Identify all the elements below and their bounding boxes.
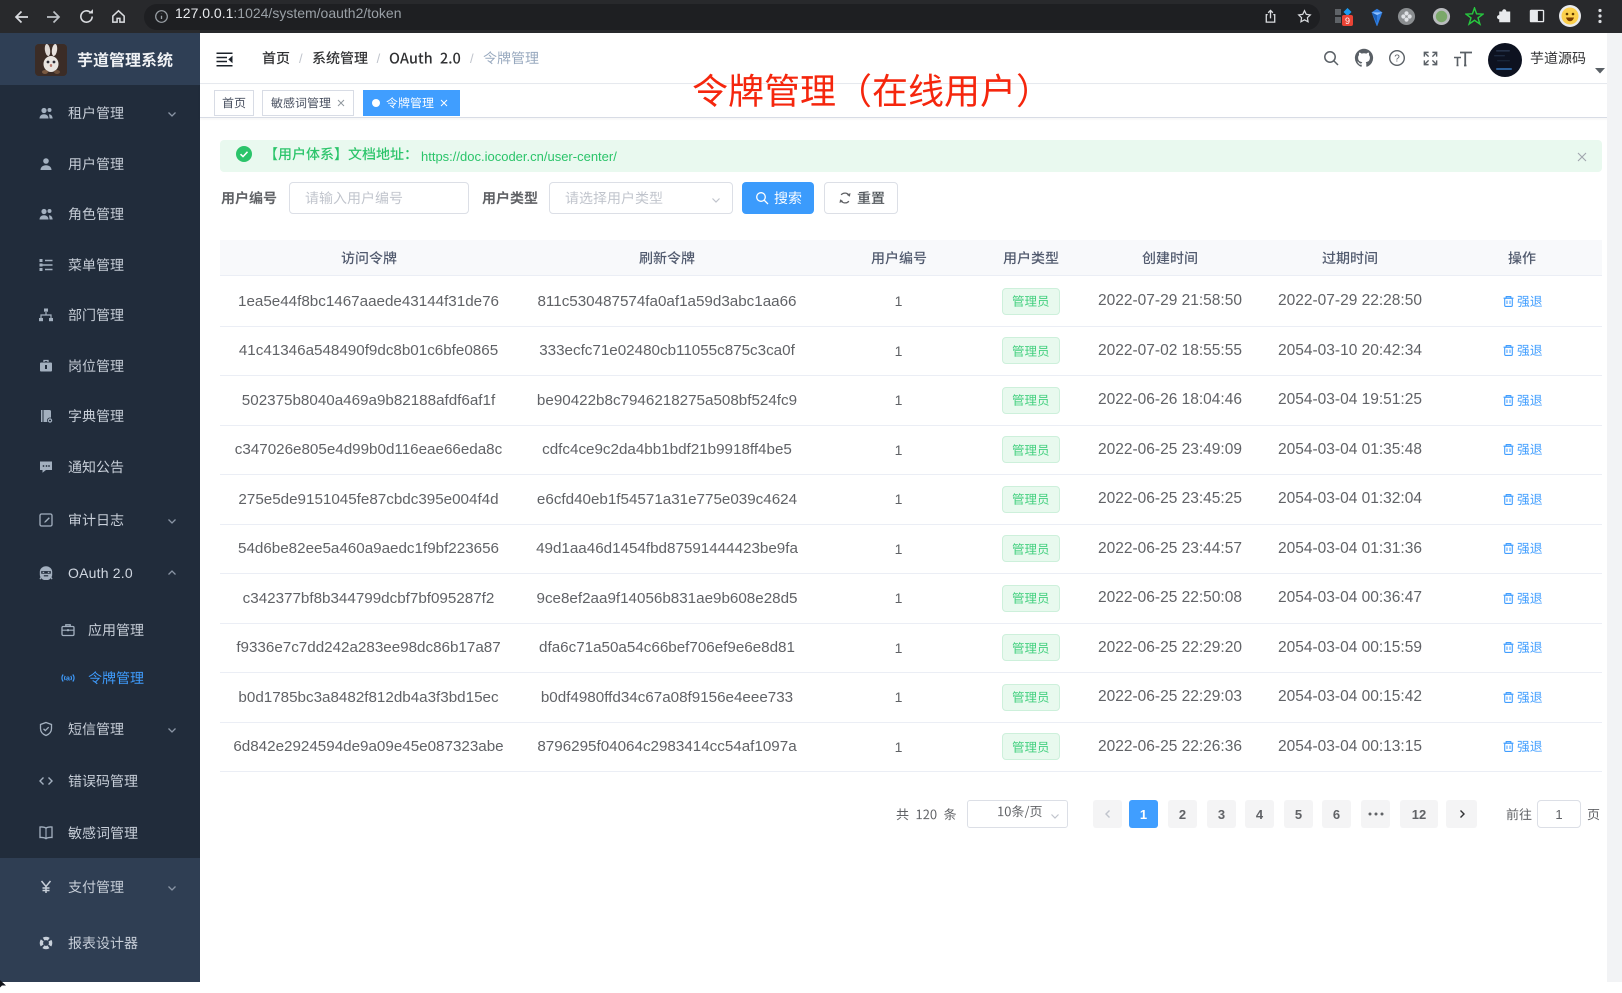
svg-text:a: a bbox=[66, 676, 70, 683]
svg-text:9: 9 bbox=[1345, 16, 1350, 26]
svg-text:?: ? bbox=[1394, 54, 1400, 65]
